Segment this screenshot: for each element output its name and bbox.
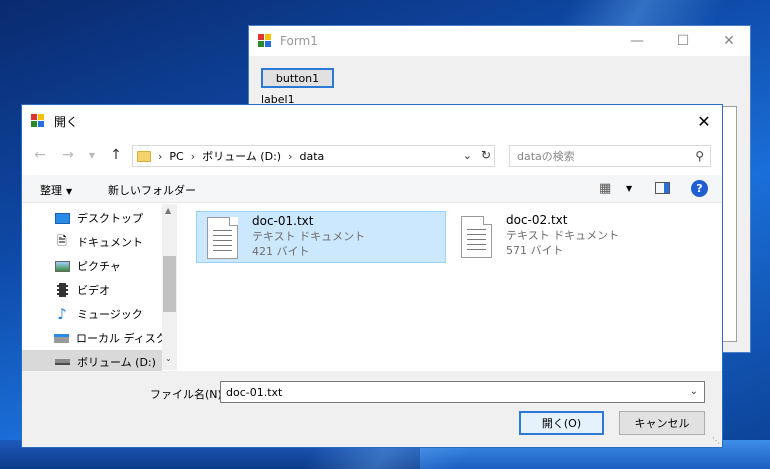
text-document-icon (461, 216, 492, 258)
nav-item-videos[interactable]: ビデオ (22, 278, 162, 302)
chevron-right-icon: › (190, 149, 196, 163)
nav-item-music[interactable]: ♪ ミュージック (22, 302, 162, 326)
file-type: テキスト ドキュメント (252, 230, 366, 243)
nav-item-label: ミュージック (77, 308, 143, 321)
dialog-close-icon[interactable]: ✕ (690, 106, 718, 136)
folder-icon (137, 150, 151, 162)
form1-titlebar[interactable]: Form1 — ☐ ✕ (249, 26, 750, 56)
file-size: 571 バイト (506, 244, 564, 257)
pictures-icon (54, 259, 70, 273)
file-name: doc-01.txt (252, 214, 314, 228)
chevron-right-icon: › (158, 149, 163, 163)
breadcrumb-volume[interactable]: ボリューム (D:) (202, 148, 281, 164)
filename-label: ファイル名(N): (150, 388, 226, 401)
navigation-pane: デスクトップ 🗎 ドキュメント ピクチャ ビデオ ♪ ミュージック ローカル デ… (22, 204, 177, 374)
help-icon[interactable]: ? (691, 180, 708, 197)
dialog-title: 開く (54, 114, 79, 129)
file-item-doc-01[interactable]: doc-01.txt テキスト ドキュメント 421 バイト (196, 211, 446, 263)
nav-item-pictures[interactable]: ピクチャ (22, 254, 162, 278)
resize-grip-icon[interactable]: ⋱ (712, 436, 720, 445)
documents-icon: 🗎 (57, 233, 67, 248)
filename-input[interactable]: doc-01.txt ⌄ (220, 381, 705, 403)
nav-item-label: ボリューム (D:) (77, 356, 156, 369)
desktop-icon (54, 211, 70, 225)
app-icon (258, 34, 272, 48)
maximize-icon[interactable]: ☐ (660, 26, 706, 56)
music-icon: ♪ (57, 305, 67, 323)
nav-item-label: ピクチャ (77, 260, 121, 273)
scroll-thumb[interactable] (163, 256, 176, 312)
form1-title: Form1 (280, 34, 318, 48)
nav-item-desktop[interactable]: デスクトップ (22, 206, 162, 230)
file-size: 421 バイト (252, 245, 310, 258)
nav-item-local-disk[interactable]: ローカル ディスク (C (22, 326, 162, 350)
caret-down-icon: ▼ (66, 187, 73, 196)
close-icon[interactable]: ✕ (706, 26, 752, 56)
chevron-right-icon: › (288, 149, 293, 163)
cancel-button[interactable]: キャンセル (619, 411, 705, 435)
filename-value: doc-01.txt (226, 385, 283, 399)
breadcrumb-data[interactable]: data (299, 150, 324, 163)
open-button[interactable]: 開く(O) (519, 411, 604, 435)
videos-icon (54, 283, 70, 297)
nav-item-label: ドキュメント (77, 236, 143, 249)
back-arrow-icon[interactable]: ← (30, 145, 50, 165)
view-options-icon[interactable]: ▦ (599, 181, 611, 196)
nav-item-label: ビデオ (77, 284, 110, 297)
organize-button[interactable]: 整理 ▼ (40, 182, 72, 198)
open-file-dialog: 開く ✕ ← → ▼ ↑ › PC › ボリューム (D:) › data ⌄ … (21, 104, 723, 448)
search-icon[interactable]: ⚲ (695, 149, 704, 163)
dialog-titlebar[interactable]: 開く ✕ (22, 105, 722, 137)
nav-item-label: ローカル ディスク (C (76, 332, 162, 345)
search-box[interactable]: dataの検索 ⚲ (509, 145, 711, 167)
breadcrumb-pc[interactable]: PC (169, 150, 183, 163)
new-folder-button[interactable]: 新しいフォルダー (108, 182, 196, 198)
text-document-icon (207, 217, 238, 259)
file-item-doc-02[interactable]: doc-02.txt テキスト ドキュメント 571 バイト (451, 211, 701, 263)
navigation-bar: ← → ▼ ↑ › PC › ボリューム (D:) › data ⌄ ↻ dat… (22, 143, 722, 169)
file-list: doc-01.txt テキスト ドキュメント 421 バイト doc-02.tx… (184, 204, 720, 370)
file-name: doc-02.txt (506, 213, 568, 227)
drive-icon (54, 355, 70, 369)
local-disk-icon (54, 331, 69, 345)
recent-dropdown-icon[interactable]: ▼ (82, 145, 102, 165)
scroll-up-icon[interactable]: ▲ (165, 206, 171, 215)
search-placeholder: dataの検索 (517, 150, 575, 163)
up-arrow-icon[interactable]: ↑ (106, 145, 126, 165)
nav-item-documents[interactable]: 🗎 ドキュメント (22, 230, 162, 254)
nav-item-label: デスクトップ (77, 212, 143, 225)
preview-pane-icon[interactable] (655, 182, 670, 194)
dialog-app-icon (31, 114, 45, 128)
scroll-down-icon[interactable]: ⌄ (165, 354, 172, 363)
chevron-down-icon[interactable]: ⌄ (463, 149, 472, 162)
refresh-icon[interactable]: ↻ (481, 148, 491, 162)
chevron-down-icon[interactable]: ⌄ (690, 386, 698, 397)
organize-label: 整理 (40, 184, 62, 197)
minimize-icon[interactable]: — (614, 26, 660, 56)
file-type: テキスト ドキュメント (506, 229, 620, 242)
forward-arrow-icon[interactable]: → (58, 145, 78, 165)
address-bar[interactable]: › PC › ボリューム (D:) › data ⌄ ↻ (132, 145, 495, 167)
nav-scrollbar[interactable]: ▲ ⌄ (162, 204, 177, 370)
dialog-footer: ファイル名(N): doc-01.txt ⌄ 開く(O) キャンセル ⋱ (22, 371, 722, 447)
view-caret-icon[interactable]: ▼ (626, 184, 632, 193)
command-toolbar: 整理 ▼ 新しいフォルダー ▦ ▼ ? (22, 175, 722, 203)
button1[interactable]: button1 (261, 68, 334, 88)
